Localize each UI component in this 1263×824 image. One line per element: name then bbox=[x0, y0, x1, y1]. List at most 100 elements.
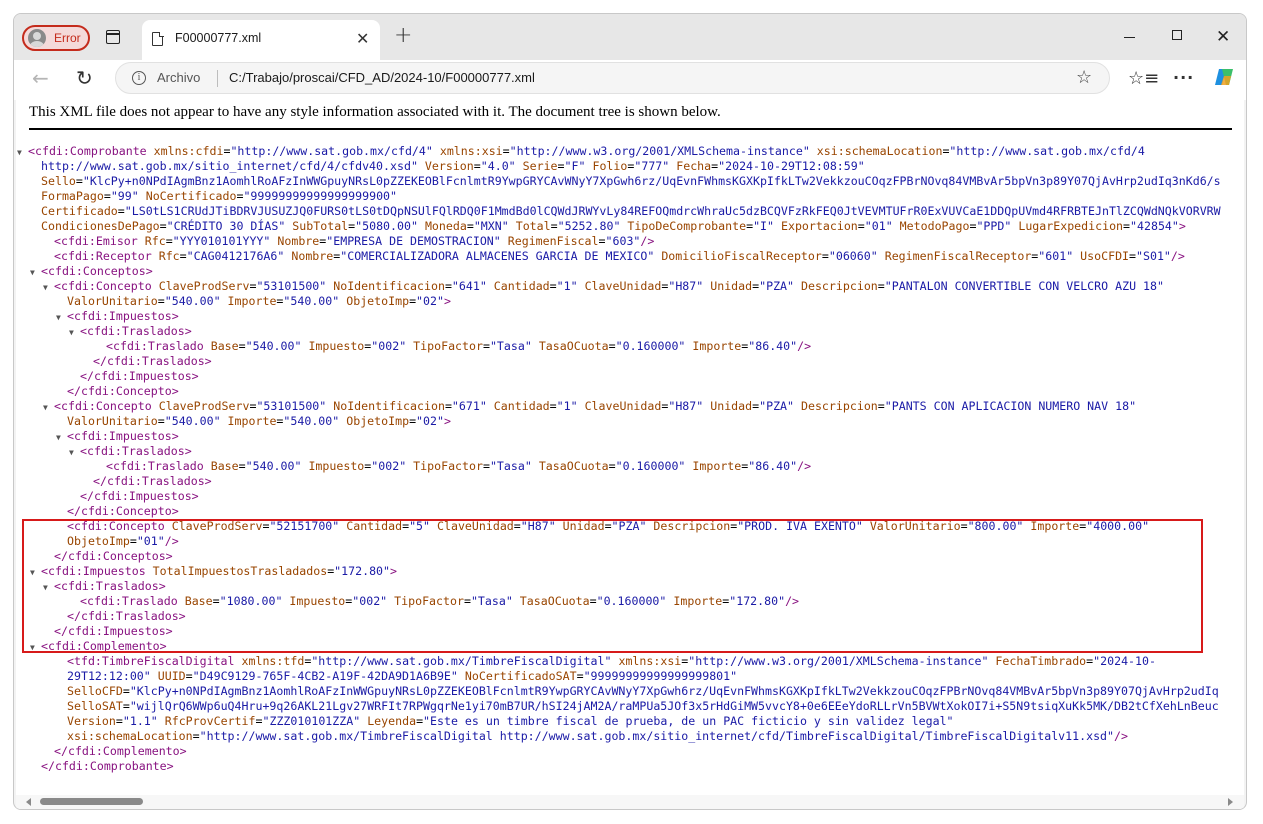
xml-token: = bbox=[75, 174, 83, 188]
xml-token: LugarExpedicion bbox=[1011, 219, 1124, 233]
horizontal-scrollbar[interactable] bbox=[16, 795, 1244, 809]
xml-token: "EMPRESA DE DEMOSTRACION" bbox=[326, 234, 501, 248]
xml-token: = bbox=[409, 294, 417, 308]
xml-token: = bbox=[482, 339, 490, 353]
url-text[interactable]: C:/Trabajo/proscai/CFD_AD/2024-10/F00000… bbox=[229, 70, 535, 85]
xml-line: xsi:schemaLocation="http://www.sat.gob.m… bbox=[28, 729, 1221, 744]
xml-token: <cfdi:Emisor bbox=[54, 234, 138, 248]
xml-line: ▼ <cfdi:Impuestos> bbox=[28, 429, 1221, 444]
xml-token: "PZA" bbox=[759, 399, 795, 413]
xml-token: "S01" bbox=[1136, 249, 1171, 263]
xml-token: "PZA" bbox=[759, 279, 795, 293]
xml-token: = bbox=[444, 279, 452, 293]
scroll-right-arrow[interactable] bbox=[1228, 798, 1233, 806]
xml-token: <cfdi:Traslados> bbox=[80, 444, 192, 458]
xml-token: "777" bbox=[634, 159, 670, 173]
collapse-toggle-icon[interactable]: ▼ bbox=[56, 430, 61, 445]
xml-token: = bbox=[576, 669, 584, 683]
close-window-button[interactable]: ✕ bbox=[1216, 25, 1230, 49]
xml-token: ValorUnitario bbox=[67, 414, 158, 428]
address-divider bbox=[217, 70, 218, 87]
xml-token: </cfdi:Impuestos> bbox=[80, 489, 199, 503]
xml-token: Importe bbox=[685, 459, 742, 473]
new-tab-button[interactable]: + bbox=[394, 24, 412, 48]
scroll-thumb[interactable] bbox=[40, 798, 143, 805]
maximize-button[interactable] bbox=[1172, 30, 1182, 40]
xml-token: <cfdi:Traslado bbox=[106, 339, 204, 353]
xml-token: = bbox=[179, 249, 187, 263]
xml-token: = bbox=[115, 714, 123, 728]
xml-token: = bbox=[608, 339, 616, 353]
xml-token: "99" bbox=[110, 189, 139, 203]
xml-token: "601" bbox=[1038, 249, 1074, 263]
xml-token: SubTotal bbox=[285, 219, 349, 233]
info-icon[interactable]: i bbox=[132, 71, 146, 85]
tab-actions-icon[interactable] bbox=[106, 30, 120, 44]
xml-token: "641" bbox=[451, 279, 487, 293]
collapse-toggle-icon[interactable]: ▼ bbox=[69, 445, 74, 460]
xml-token: "540.00" bbox=[164, 294, 221, 308]
address-bar[interactable]: i Archivo C:/Trabajo/proscai/CFD_AD/2024… bbox=[115, 62, 1110, 94]
collapse-toggle-icon[interactable]: ▼ bbox=[30, 265, 35, 280]
xml-token: Rfc bbox=[137, 234, 166, 248]
xml-token: Version bbox=[417, 159, 474, 173]
xml-line: ▼ <cfdi:Impuestos> bbox=[28, 309, 1221, 324]
xml-token: Leyenda bbox=[360, 714, 417, 728]
profile-button[interactable]: Error bbox=[22, 25, 90, 51]
xml-token: = bbox=[185, 669, 193, 683]
xml-token: "Tasa" bbox=[489, 339, 532, 353]
xml-token: = bbox=[157, 414, 165, 428]
xml-token: ClaveUnidad bbox=[577, 279, 662, 293]
xml-line: ▼ <cfdi:Concepto ClaveProdServ = "53101500"… bbox=[28, 279, 1221, 294]
xml-line: </cfdi:Impuestos> bbox=[28, 369, 1221, 384]
browser-window: Error F00000777.xml ✕ + ✕ ← ↻ i Archivo … bbox=[13, 13, 1247, 810]
xml-token: ObjetoImp bbox=[339, 294, 410, 308]
xml-line: SelloCFD="KlcPy+n0NPdIAgmBnz1AomhlRoAFzI… bbox=[28, 684, 1221, 699]
xml-token: ClaveProdServ bbox=[151, 399, 250, 413]
copilot-icon[interactable] bbox=[1213, 66, 1235, 88]
collapse-toggle-icon[interactable]: ▼ bbox=[17, 145, 22, 160]
scroll-left-arrow[interactable] bbox=[26, 798, 31, 806]
tab-active[interactable]: F00000777.xml ✕ bbox=[142, 20, 380, 60]
xml-token: "540.00" bbox=[245, 459, 302, 473]
xml-token: TipoDeComprobante bbox=[620, 219, 747, 233]
xml-token: "YYY010101YYY" bbox=[172, 234, 271, 248]
xml-line: <cfdi:Receptor Rfc="CAG0412176A6" Nombre… bbox=[28, 249, 1221, 264]
collapse-toggle-icon[interactable]: ▼ bbox=[43, 400, 48, 415]
xml-token: "0.160000" bbox=[615, 459, 686, 473]
collapse-toggle-icon[interactable]: ▼ bbox=[56, 310, 61, 325]
back-button[interactable]: ← bbox=[32, 66, 49, 90]
xml-token: "86.40" bbox=[748, 339, 798, 353]
favorites-icon[interactable]: ☆≡ bbox=[1128, 67, 1159, 91]
xml-token: <tfd:TimbreFiscalDigital bbox=[67, 654, 235, 668]
xml-line: <cfdi:Traslado Base="540.00" Impuesto="0… bbox=[28, 459, 1221, 474]
more-menu-icon[interactable]: ··· bbox=[1173, 66, 1194, 90]
collapse-toggle-icon[interactable]: ▼ bbox=[43, 280, 48, 295]
xml-token: xsi:schemaLocation bbox=[809, 144, 943, 158]
tab-close-icon[interactable]: ✕ bbox=[356, 29, 369, 49]
xml-token: "540.00" bbox=[245, 339, 302, 353]
xml-token: Importe bbox=[220, 294, 277, 308]
xml-token: "06060" bbox=[828, 249, 878, 263]
refresh-button[interactable]: ↻ bbox=[76, 65, 93, 91]
xml-token: = bbox=[103, 189, 111, 203]
collapse-toggle-icon[interactable]: ▼ bbox=[69, 325, 74, 340]
xml-token: = bbox=[746, 219, 754, 233]
xml-token: NoIdentificacion bbox=[326, 279, 445, 293]
xml-token: "2024-10- bbox=[1093, 654, 1156, 668]
xml-token: RegimenFiscal bbox=[500, 234, 599, 248]
xml-token: <cfdi:Traslado bbox=[106, 459, 204, 473]
xml-token: xmlns:cfdi bbox=[146, 144, 224, 158]
xml-token: "http://www.sat.gob.mx/TimbreFiscalDigit… bbox=[311, 654, 612, 668]
favorite-star-icon[interactable]: ☆ bbox=[1076, 66, 1092, 90]
xml-token: = bbox=[117, 204, 125, 218]
minimize-button[interactable] bbox=[1124, 26, 1135, 38]
xml-token: "D49C9129-765F-4CB2-A19F-42DA9D1A6B9E" bbox=[192, 669, 458, 683]
xml-line: ▼ <cfdi:Traslados> bbox=[28, 444, 1221, 459]
xml-token: "Tasa" bbox=[489, 459, 532, 473]
xml-token: Nombre bbox=[270, 234, 320, 248]
xml-token: "2024-10-29T12:08:59" bbox=[718, 159, 865, 173]
xml-token: Unidad bbox=[703, 399, 753, 413]
xml-token: = bbox=[502, 144, 510, 158]
xml-token: = bbox=[557, 159, 565, 173]
